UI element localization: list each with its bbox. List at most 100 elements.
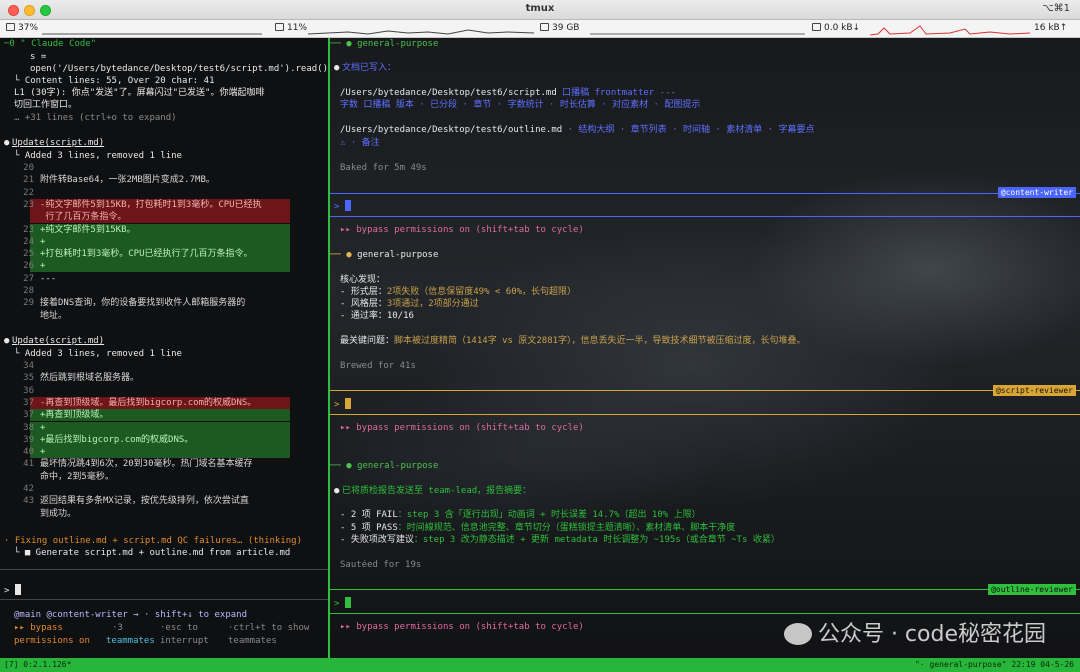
permission-mode[interactable]: ▸▸ bypass permissions on (shift+tab to c… xyxy=(340,422,584,434)
agent-name: general-purpose xyxy=(357,461,439,471)
diff-text: 行了几百万条指令。 xyxy=(40,212,127,223)
diff-text: +最后找到bigcorp.com的权威DNS。 xyxy=(40,434,194,445)
network-graph xyxy=(870,25,1030,36)
file-path-line: /Users/bytedance/Desktop/test6/script.md… xyxy=(340,88,676,98)
report-item: - 2 项 FAIL：step 3 含「逐行出现」动画词 + 时长误差 14.7… xyxy=(340,510,701,520)
window-titlebar: tmux ⌥⌘1 xyxy=(0,0,1080,20)
diff-text: 附件转Base64，一张2MB图片变成2.7MB。 xyxy=(40,175,215,186)
file-description: ⚠ · 备注 xyxy=(340,138,380,148)
output-line: L1 (30字): 你点"发送"了。屏幕闪过"已发送"。你端起咖啡 xyxy=(14,88,265,98)
window-shortcut: ⌥⌘1 xyxy=(1042,3,1070,14)
line-number: 38 xyxy=(23,422,34,433)
file-path: /Users/bytedance/Desktop/test6/outline.m… xyxy=(340,125,563,135)
line-number: 27 xyxy=(23,273,34,284)
line-number: 40 xyxy=(23,447,34,458)
prompt-input[interactable]: > xyxy=(4,584,21,596)
elapsed-time: Brewed for 41s xyxy=(340,361,416,371)
right-pane-agents[interactable]: ── ● general-purpose ● 文档已写入： /Users/byte… xyxy=(330,38,1080,658)
battery-graph xyxy=(42,33,262,35)
diff-line: 37 -再查到顶级域。最后找到bigcorp.com的权威DNS。 xyxy=(0,397,256,409)
diff-line: 37 +再查到顶级域。 xyxy=(0,409,108,421)
battery-stat: 37% xyxy=(6,23,38,33)
elapsed-time: Baked for 5m 49s xyxy=(340,163,427,173)
cpu-graph xyxy=(308,29,534,35)
line-number: 43 xyxy=(23,496,34,507)
section-separator xyxy=(330,216,1080,217)
agent-name: general-purpose xyxy=(357,250,439,260)
output-line: open('/Users/bytedance/Desktop/test6/scr… xyxy=(30,64,328,74)
expand-hint[interactable]: … +31 lines (ctrl+o to expand) xyxy=(14,112,177,124)
report-item: - 失败项改写建议：step 3 改为静态描述 + 更新 metadata 时长… xyxy=(340,535,780,545)
line-number: 41 xyxy=(23,459,34,470)
diff-text: 然后跳到根域名服务器。 xyxy=(40,373,140,384)
diff-text: 返回结果有多条MX记录，按优先级排列，依次尝试直 xyxy=(40,496,249,507)
line-number: 36 xyxy=(23,385,34,396)
finding-item: - 风格层：3项通过，2项部分通过 xyxy=(340,299,479,309)
update-header: ● Update(script.md) xyxy=(4,336,105,346)
footer-agents[interactable]: @main @content-writer → · shift+↓ to exp… xyxy=(14,609,247,621)
teammates-hint: teammates xyxy=(228,636,277,646)
ctrl-t-hint: ·ctrl+t to show xyxy=(228,623,310,633)
line-number: 29 xyxy=(23,298,34,309)
permission-mode[interactable]: ▸▸ bypass permissions on (shift+tab to c… xyxy=(340,621,584,633)
net-up-value: 16 kB↑ xyxy=(1034,23,1068,33)
line-number: 42 xyxy=(23,484,34,494)
diff-added-highlight xyxy=(30,446,290,459)
diff-line: 20 xyxy=(0,162,40,174)
prompt-input[interactable]: > xyxy=(334,597,351,609)
net-down-value: 0.0 kB↓ xyxy=(824,23,861,33)
tmux-status-line: [7] 0:2.1.126* "· general-purpose" 22:19… xyxy=(0,658,1080,672)
prompt-input[interactable]: > xyxy=(334,398,351,410)
diff-text: + xyxy=(40,261,46,272)
section-separator xyxy=(330,613,1080,614)
diff-line: 39 +最后找到bigcorp.com的权威DNS。 xyxy=(0,434,193,446)
diff-text: 最坏情况跳4到6次，20到30毫秒。热门域名基本缓存 xyxy=(40,459,253,470)
diff-line: 23 +纯文字邮件5到15KB。 xyxy=(0,224,135,236)
diff-text: -纯文字邮件5到15KB，打包耗时1到3毫秒。CPU已经执 xyxy=(40,199,262,210)
elapsed-time: Sautéed for 19s xyxy=(340,560,422,570)
permission-mode[interactable]: ▸▸ bypass permissions on (shift+tab to c… xyxy=(340,224,584,236)
diff-text: + xyxy=(40,447,46,458)
prompt-separator xyxy=(0,599,328,600)
line-number: 23 xyxy=(23,224,34,235)
diff-added-highlight xyxy=(30,235,290,248)
diff-text: + xyxy=(40,422,46,433)
file-path: /Users/bytedance/Desktop/test6/script.md xyxy=(340,88,557,98)
cpu-stat: 11% xyxy=(275,23,307,33)
diff-line: 35 然后跳到根域名服务器。 xyxy=(0,372,139,384)
diff-line: 23 -纯文字邮件5到15KB，打包耗时1到3毫秒。CPU已经执 xyxy=(0,199,262,211)
diff-text: +再查到顶级域。 xyxy=(40,410,109,421)
agent-message: ● 已将质检报告发送至 team-lead，报告摘要： xyxy=(334,486,532,496)
agent-header: ── ● general-purpose xyxy=(330,250,439,260)
diff-added-highlight xyxy=(30,260,290,273)
cpu-value: 11% xyxy=(287,23,308,33)
diff-line: 21 附件转Base64，一张2MB图片变成2.7MB。 xyxy=(0,174,215,186)
diff-text: 接着DNS查询，你的设备要找到收件人邮箱服务器的 xyxy=(40,298,246,309)
diff-line: 40 + xyxy=(0,446,45,458)
diff-line: 命中，2到5毫秒。 xyxy=(0,471,114,483)
agent-header: ── ● general-purpose xyxy=(330,39,439,49)
update-header: ● Update(script.md) xyxy=(4,138,105,148)
text-cursor xyxy=(344,398,351,409)
diff-line: 42 xyxy=(0,483,40,495)
output-line: 切回工作窗口。 xyxy=(14,100,78,110)
session-label[interactable]: [7] 0:2.1.126* xyxy=(4,660,71,669)
status-dot-icon: ● xyxy=(4,138,10,148)
prompt-input[interactable]: > xyxy=(334,200,351,212)
section-separator xyxy=(330,589,1080,590)
update-summary: └ Added 3 lines, removed 1 line xyxy=(14,151,182,161)
status-right: "· general-purpose" 22:19 04-5-26 xyxy=(915,660,1074,669)
diff-line: 地址。 xyxy=(0,310,67,322)
permissions-label: permissions on xyxy=(14,636,90,646)
agent-tag: @content-writer xyxy=(997,187,1076,198)
diff-line: 行了几百万条指令。 xyxy=(0,211,126,223)
pane-header: ─0 " Claude Code" xyxy=(4,39,97,49)
disk-graph xyxy=(590,33,805,35)
agent-tag: @outline-reviewer xyxy=(988,584,1076,595)
left-pane-claude-code[interactable]: ─0 " Claude Code" s = open('/Users/byted… xyxy=(0,38,328,658)
diff-line: 26 + xyxy=(0,260,45,272)
report-item: - 5 项 PASS：时间線规范、信息池完整、章节切分（蛋糕锁提主题清晰）、素材… xyxy=(340,523,736,533)
prompt-separator xyxy=(0,569,328,570)
diff-text: --- xyxy=(40,273,57,284)
text-cursor xyxy=(14,584,21,595)
